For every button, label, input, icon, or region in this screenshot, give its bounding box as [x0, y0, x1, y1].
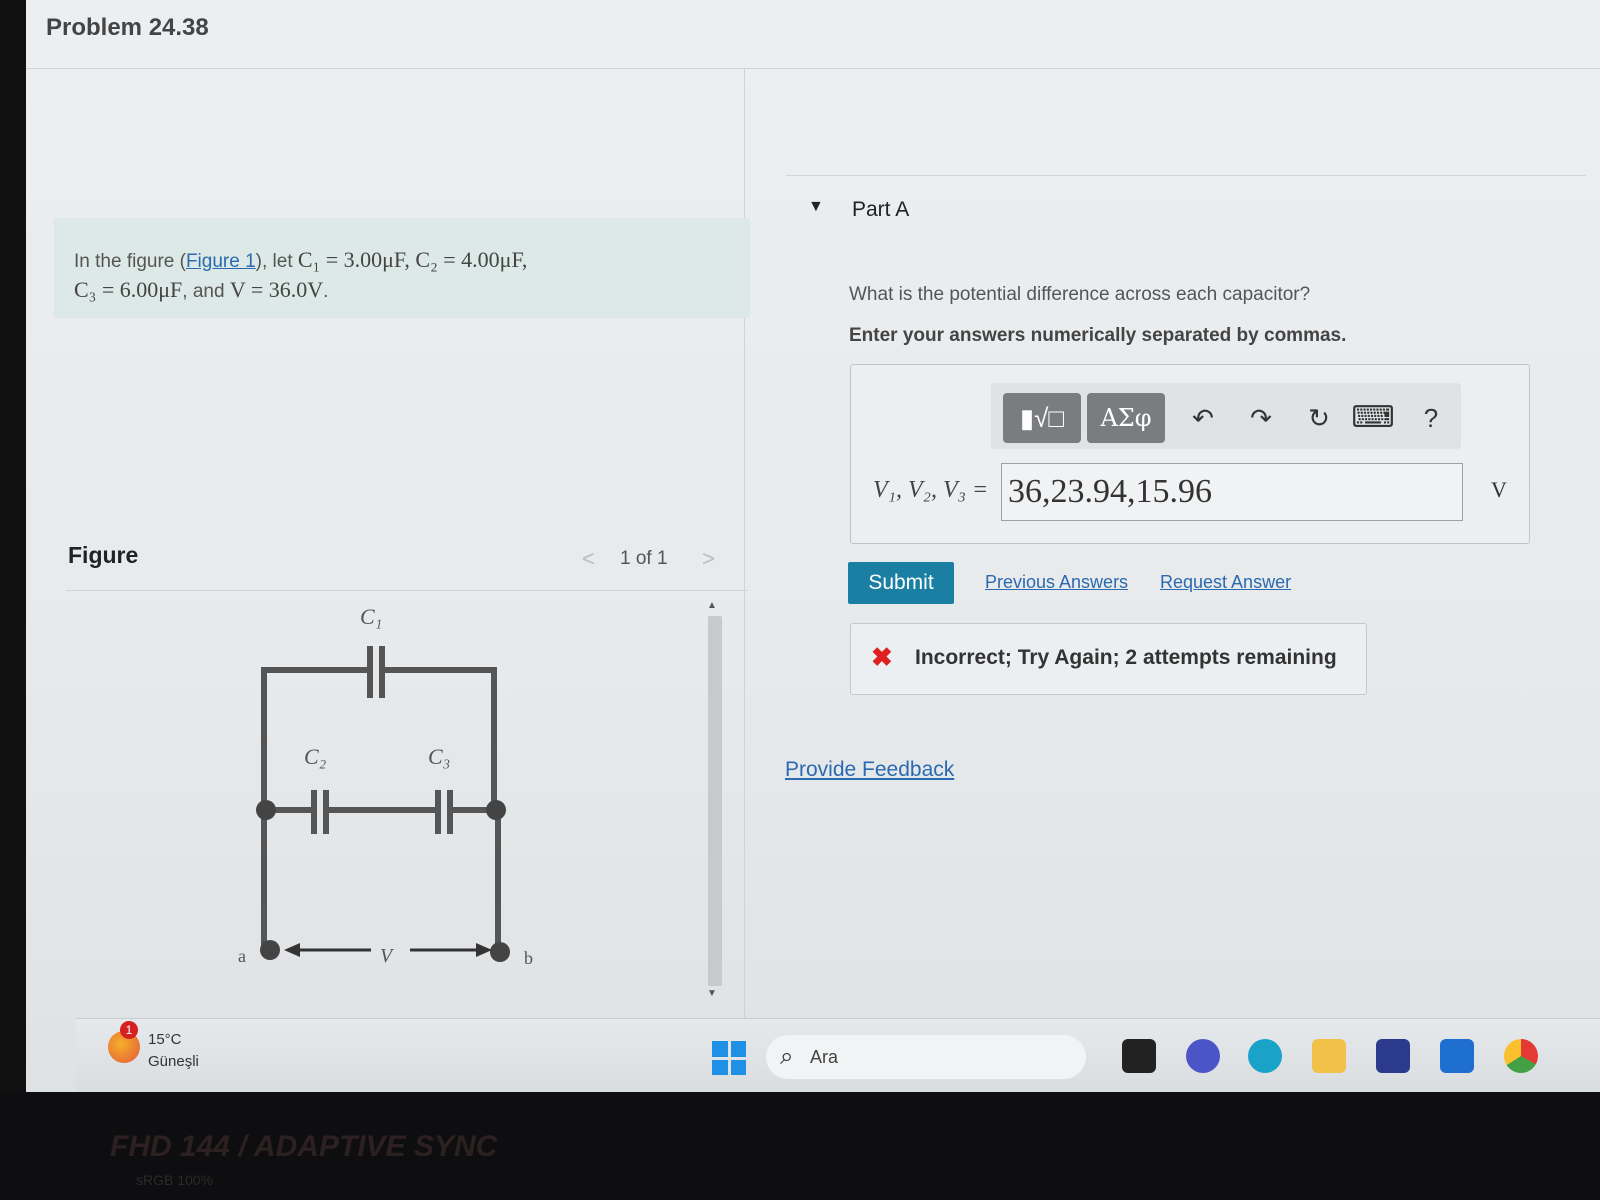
statement-and: , and [182, 281, 230, 302]
screen: Problem 24.38 In the figure (Figure 1), … [26, 0, 1600, 1092]
figure-prev-button[interactable]: < [582, 546, 595, 572]
symbols-button[interactable]: ΑΣφ [1087, 393, 1165, 443]
junction-right [486, 800, 506, 820]
feedback-message: Incorrect; Try Again; 2 attempts remaini… [915, 646, 1337, 669]
figure-next-button[interactable]: > [702, 546, 715, 572]
label-c1: C₁ [360, 604, 382, 629]
problem-title: Problem 24.38 [46, 14, 209, 41]
label-node-b: b [524, 948, 533, 968]
label-node-a: a [238, 946, 246, 966]
file-explorer-icon[interactable] [1122, 1039, 1156, 1073]
incorrect-x-icon: ✖ [871, 642, 893, 672]
search-icon: ⌕ [780, 1043, 794, 1070]
v-arrowhead-right [476, 943, 492, 957]
column-divider [744, 68, 745, 1028]
templates-button[interactable]: ▮√□ [1003, 393, 1081, 443]
chat-icon[interactable] [1186, 1039, 1220, 1073]
mail-icon[interactable] [1440, 1039, 1474, 1073]
start-tile [730, 1041, 746, 1057]
chrome-icon[interactable] [1504, 1039, 1538, 1073]
scroll-down-icon[interactable]: ▼ [707, 988, 717, 999]
question-text: What is the potential difference across … [849, 284, 1311, 305]
help-icon[interactable]: ? [1407, 393, 1455, 443]
monitor-bezel: FHD 144 / ADAPTIVE SYNC sRGB 100% [0, 1092, 1600, 1200]
scroll-thumb[interactable] [708, 616, 722, 986]
answer-input[interactable]: 36,23.94,15.96 [1001, 463, 1463, 521]
statement-mid: ), let [255, 251, 298, 272]
taskbar: 1 15°C Güneşli ⌕ Ara [76, 1018, 1600, 1092]
part-a-divider [786, 175, 1586, 176]
circuit-diagram: C₁ C₂ C₃ a b V [238, 604, 533, 968]
label-c3: C₃ [428, 744, 450, 769]
answer-unit: V [1491, 477, 1507, 502]
start-tile [730, 1059, 746, 1075]
weather-temperature[interactable]: 15°C [148, 1031, 182, 1048]
weather-location[interactable]: Güneşli [148, 1053, 199, 1070]
request-answer-link[interactable]: Request Answer [1160, 572, 1291, 593]
folder-icon[interactable] [1312, 1039, 1346, 1073]
edge-icon[interactable] [1248, 1039, 1282, 1073]
answer-panel: ▮√□ ΑΣφ ↶ ↷ ↻ ⌨ ? V₁, V₂, V₃ = 36,23.94,… [850, 364, 1530, 544]
terminal-b [490, 942, 510, 962]
figure-heading: Figure [68, 542, 139, 568]
reset-icon[interactable]: ↻ [1295, 393, 1343, 443]
weather-badge: 1 [120, 1021, 138, 1039]
redo-icon[interactable]: ↷ [1237, 393, 1285, 443]
figure-link[interactable]: Figure 1 [186, 251, 256, 272]
figure-divider [66, 590, 748, 591]
start-tile [712, 1059, 728, 1075]
statement-math-v: V = 36.0V [229, 277, 324, 302]
circuit-top-wire-right [380, 667, 497, 810]
statement-math-c3: C₃ = 6.00μF [74, 277, 183, 302]
bezel-sub: sRGB 100% [136, 1172, 214, 1188]
keyboard-icon[interactable]: ⌨ [1349, 393, 1397, 443]
terminal-a [260, 940, 280, 960]
undo-icon[interactable]: ↶ [1179, 393, 1227, 443]
instruction-text: Enter your answers numerically separated… [849, 325, 1347, 346]
junction-left [256, 800, 276, 820]
start-tile [712, 1041, 728, 1057]
figure-pager: 1 of 1 [620, 548, 668, 569]
math-toolbar: ▮√□ ΑΣφ ↶ ↷ ↻ ⌨ ? [991, 383, 1461, 449]
figure-scrollbar[interactable]: ▲ ▼ [704, 600, 726, 1000]
answer-label: V₁, V₂, V₃ = [873, 477, 989, 503]
circuit-top-wire [261, 667, 368, 870]
statement-math-c1-c2: C₁ = 3.00μF, C₂ = 4.00μF, [297, 247, 528, 272]
taskbar-search[interactable]: ⌕ Ara [766, 1035, 1086, 1079]
statement-end: . [323, 281, 329, 302]
part-a-title[interactable]: Part A [852, 198, 909, 222]
store-icon[interactable] [1376, 1039, 1410, 1073]
v-arrowhead-left [284, 943, 300, 957]
search-placeholder: Ara [810, 1047, 839, 1067]
bezel-brand: FHD 144 / ADAPTIVE SYNC [110, 1130, 498, 1163]
label-v: V [380, 945, 395, 967]
problem-statement: In the figure (Figure 1), let C₁ = 3.00μ… [54, 218, 750, 318]
collapse-caret-icon[interactable]: ▼ [808, 198, 824, 216]
previous-answers-link[interactable]: Previous Answers [985, 572, 1128, 593]
title-divider [26, 68, 1600, 69]
feedback-box: ✖ Incorrect; Try Again; 2 attempts remai… [850, 623, 1367, 695]
statement-prefix: In the figure ( [74, 251, 186, 272]
label-c2: C₂ [304, 744, 327, 769]
scroll-up-icon[interactable]: ▲ [707, 600, 717, 611]
provide-feedback-link[interactable]: Provide Feedback [785, 758, 954, 782]
submit-button[interactable]: Submit [848, 562, 954, 604]
start-button[interactable] [712, 1041, 746, 1075]
